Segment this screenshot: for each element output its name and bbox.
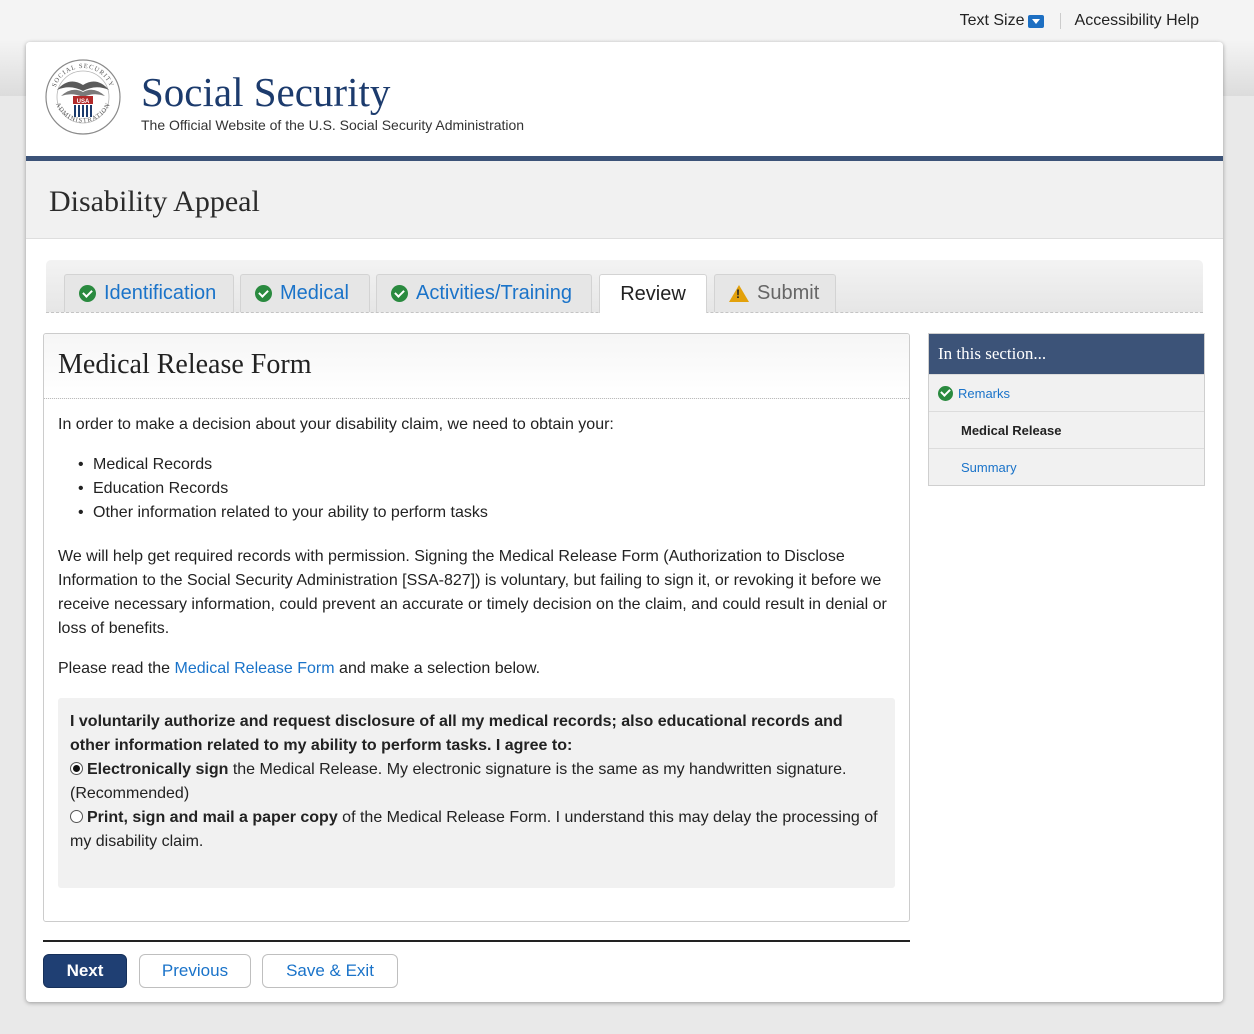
sidebar-heading: In this section... xyxy=(929,334,1204,374)
page-title-bar: Disability Appeal xyxy=(26,161,1223,239)
medical-release-card: Medical Release Form In order to make a … xyxy=(43,333,910,922)
list-item: Other information related to your abilit… xyxy=(78,501,895,525)
tab-label: Submit xyxy=(757,282,820,304)
release-paragraph: We will help get required records with p… xyxy=(58,548,887,637)
svg-text:USA: USA xyxy=(77,99,90,105)
card-title: Medical Release Form xyxy=(58,349,312,380)
consent-question: I voluntarily authorize and request disc… xyxy=(70,713,843,754)
check-circle-icon xyxy=(938,385,953,401)
check-circle-icon xyxy=(255,285,272,302)
utility-divider xyxy=(1059,13,1061,29)
section-sidebar: In this section... Remarks Medical Relea… xyxy=(928,333,1205,486)
option-electronic-sign[interactable]: Electronically sign the Medical Release.… xyxy=(70,758,883,806)
tab-review[interactable]: Review xyxy=(599,274,707,313)
read-suffix: and make a selection below. xyxy=(334,660,541,677)
card-body: In order to make a decision about your d… xyxy=(44,399,909,888)
text-size-label: Text Size xyxy=(959,12,1025,29)
option-bold-label: Electronically sign xyxy=(87,761,229,778)
radio-button[interactable] xyxy=(70,810,83,823)
option-bold-label: Print, sign and mail a paper copy xyxy=(87,809,338,826)
sidebar-item-summary[interactable]: Summary xyxy=(929,448,1204,485)
accessibility-help-link[interactable]: Accessibility Help xyxy=(1075,12,1199,30)
site-brand-title[interactable]: Social Security xyxy=(141,68,390,116)
read-prefix: Please read the xyxy=(58,660,175,677)
intro-text: In order to make a decision about your d… xyxy=(58,416,614,433)
page-container: USA SOCIAL SECURITY ADMINISTRATION Socia… xyxy=(26,42,1223,1002)
sidebar-item-label: Summary xyxy=(961,459,1017,475)
page-title: Disability Appeal xyxy=(49,185,260,218)
sidebar-item-remarks[interactable]: Remarks xyxy=(929,374,1204,411)
save-exit-button[interactable]: Save & Exit xyxy=(262,954,398,988)
utility-links: Text Size Accessibility Help xyxy=(960,12,1199,30)
tab-label: Medical xyxy=(280,282,349,304)
chevron-down-icon[interactable] xyxy=(1027,14,1044,28)
option-paper-copy[interactable]: Print, sign and mail a paper copy of the… xyxy=(70,806,883,854)
text-size-control[interactable]: Text Size xyxy=(960,12,1044,30)
card-header: Medical Release Form xyxy=(44,334,909,399)
medical-release-form-link[interactable]: Medical Release Form xyxy=(175,660,335,677)
sidebar-item-medical-release[interactable]: Medical Release xyxy=(929,411,1204,448)
next-button[interactable]: Next xyxy=(43,954,127,988)
check-circle-icon xyxy=(391,285,408,302)
tab-activities-training[interactable]: Activities/Training xyxy=(376,274,592,312)
tab-label: Activities/Training xyxy=(416,282,572,304)
radio-button-selected[interactable] xyxy=(70,762,83,775)
check-circle-icon xyxy=(79,285,96,302)
sidebar-item-label: Remarks xyxy=(958,385,1011,401)
sidebar-item-label: Medical Release xyxy=(961,422,1062,438)
tab-label: Identification xyxy=(104,282,217,304)
tab-identification[interactable]: Identification xyxy=(64,274,234,312)
tab-label: Review xyxy=(620,282,686,305)
records-list: Medical Records Education Records Other … xyxy=(58,453,895,525)
tab-submit[interactable]: ! Submit xyxy=(714,274,836,312)
site-tagline: The Official Website of the U.S. Social … xyxy=(141,117,525,133)
consent-selection-box: I voluntarily authorize and request disc… xyxy=(58,698,895,888)
actions-divider xyxy=(43,940,910,942)
site-header: USA SOCIAL SECURITY ADMINISTRATION Socia… xyxy=(26,42,1223,161)
tab-medical[interactable]: Medical xyxy=(240,274,370,312)
list-item: Medical Records xyxy=(78,453,895,477)
list-item: Education Records xyxy=(78,477,895,501)
progress-tabs: Identification Medical Activities/Traini… xyxy=(46,260,1203,313)
previous-button[interactable]: Previous xyxy=(139,954,251,988)
read-instruction: Please read the Medical Release Form and… xyxy=(58,657,895,681)
warning-icon: ! xyxy=(729,285,749,302)
ssa-seal-logo[interactable]: USA SOCIAL SECURITY ADMINISTRATION xyxy=(44,58,122,136)
